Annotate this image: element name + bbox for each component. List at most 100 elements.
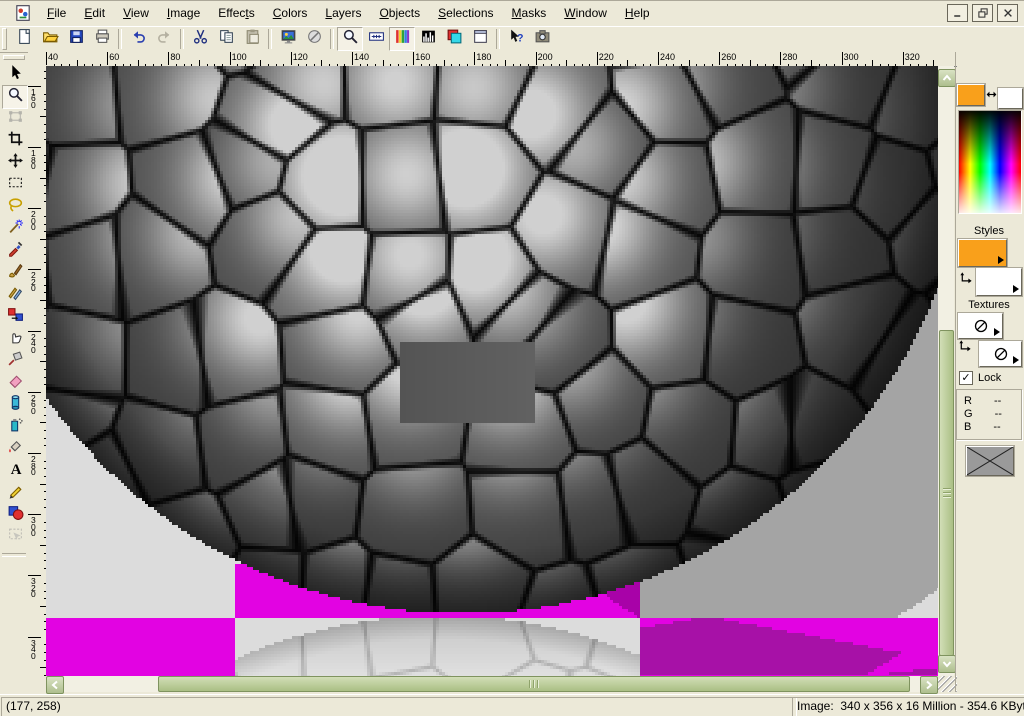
style-foreground-swatch[interactable] [958,239,1007,267]
tool-clone-brush[interactable] [2,283,28,307]
ruler-label: 2 2 0 [31,272,36,292]
zoom-icon [342,28,359,50]
save-button[interactable] [63,27,89,51]
copy-button[interactable] [213,27,239,51]
menu-layers[interactable]: Layers [316,3,370,23]
menu-help[interactable]: Help [616,3,659,23]
tool-paintbrush[interactable] [2,261,28,285]
ruler-tick [413,52,414,65]
toolbar-grip[interactable] [2,28,7,50]
horizontal-scroll-thumb[interactable] [158,676,910,692]
tool-color-replacer[interactable] [2,305,28,329]
scroll-down-button[interactable] [938,655,956,673]
foreground-color-swatch[interactable] [957,84,985,106]
scroll-left-button[interactable] [46,676,64,694]
full-screen-preview-icon [280,28,297,50]
tool-airbrush[interactable] [2,415,28,439]
texture-background-swatch[interactable] [979,341,1022,367]
flyout-arrow-icon [998,256,1004,264]
minimize-button[interactable] [947,4,968,22]
screen-capture-button[interactable] [529,27,555,51]
image-bitmap[interactable] [46,66,938,676]
texture-foreground-swatch[interactable] [958,313,1003,339]
tool-zoom[interactable] [2,85,28,109]
ruler-label: 80 [170,52,180,62]
tool-crop[interactable] [2,129,28,153]
tool-flood-fill[interactable] [2,437,28,461]
scroll-up-button[interactable] [938,69,956,87]
menu-edit[interactable]: Edit [75,3,114,23]
tool-preset-shapes[interactable] [2,503,28,527]
image-canvas[interactable] [46,66,938,676]
tool-text[interactable]: A [2,459,28,483]
vertical-scrollbar[interactable] [938,66,954,676]
full-screen-preview-button[interactable] [275,27,301,51]
menu-colors[interactable]: Colors [264,3,317,23]
context-help-button[interactable]: ? [503,27,529,51]
zoom-button[interactable] [337,27,363,51]
style-background-swatch[interactable] [976,268,1022,296]
tool-deformation[interactable] [2,107,28,131]
swap-colors-icon[interactable] [985,88,998,101]
open-button[interactable] [37,27,63,51]
tool-freehand[interactable] [2,195,28,219]
tool-retouch[interactable] [2,327,28,351]
tool-draw[interactable] [2,481,28,505]
tool-arrow[interactable] [2,63,28,87]
menu-window[interactable]: Window [555,3,616,23]
tool-dropper[interactable] [2,239,28,263]
flyout-arrow-icon [1013,356,1019,364]
tool-eraser[interactable] [2,371,28,395]
tool-object-selector[interactable] [2,525,28,549]
available-colors-picker[interactable] [958,110,1022,214]
ruler-label: 280 [782,52,797,62]
new-button[interactable] [11,27,37,51]
background-color-swatch[interactable] [998,88,1023,109]
horizontal-scrollbar[interactable] [46,676,938,692]
menu-image[interactable]: Image [158,3,209,23]
toolbar-separator [180,29,184,49]
tool-picture-tube[interactable] [2,393,28,417]
tool-magic-wand[interactable] [2,217,28,241]
toggle-color-palette-button[interactable] [389,27,415,51]
swap-styles-icon[interactable] [959,271,974,286]
cut-button[interactable] [187,27,213,51]
toggle-layer-palette-button[interactable] [467,27,493,51]
menu-selections[interactable]: Selections [429,3,502,23]
toggle-tool-options-button[interactable] [441,27,467,51]
undo-button[interactable] [125,27,151,51]
arrow-icon [7,64,24,86]
rgb-readout: R-- G-- B-- [956,389,1022,440]
paste-button[interactable] [239,27,265,51]
paintbrush-icon [7,262,24,284]
print-button[interactable] [89,27,115,51]
histogram-window-button[interactable] [415,27,441,51]
tool-palette-grip[interactable] [3,55,25,60]
tool-mover[interactable] [2,151,28,175]
menu-effects[interactable]: Effects [209,3,263,23]
browse-button[interactable] [301,27,327,51]
redo-button[interactable] [151,27,177,51]
ruler-label: 3 0 0 [31,517,36,537]
swap-textures-icon[interactable] [958,339,973,354]
horizontal-ruler: 4060801001201401601802002202402602803003… [28,52,957,67]
menu-objects[interactable]: Objects [370,3,429,23]
scroll-right-button[interactable] [920,676,938,694]
flood-fill-icon [7,438,24,460]
tool-selection[interactable] [2,173,28,197]
normal-viewing-button[interactable] [363,27,389,51]
cursor-position-status: (177, 258) [1,697,797,716]
restore-button[interactable] [972,4,993,22]
tool-scratch-remover[interactable] [2,349,28,373]
ruler-label: 140 [354,52,369,62]
menu-masks[interactable]: Masks [503,3,556,23]
ruler-label: 260 [721,52,736,62]
standard-toolbar: ? [0,26,1024,53]
menu-view[interactable]: View [114,3,158,23]
ruler-label: 200 [538,52,553,62]
close-button[interactable] [997,4,1018,22]
paste-icon [244,28,261,50]
current-color-well[interactable] [966,446,1014,476]
picture-tube-icon [7,394,24,416]
menu-file[interactable]: File [38,3,75,23]
